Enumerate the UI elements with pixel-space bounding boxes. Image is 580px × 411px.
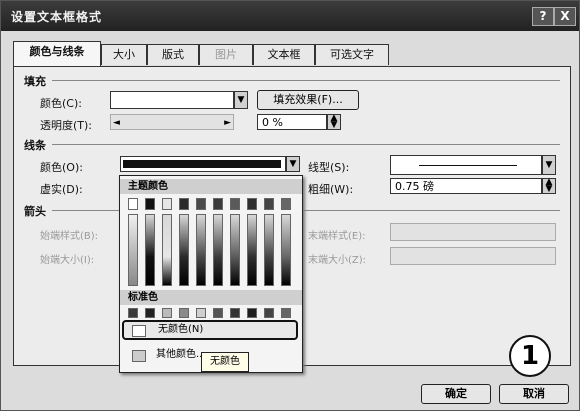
color-swatch[interactable] [281, 198, 291, 210]
standard-color-swatch[interactable] [213, 308, 223, 318]
standard-color-swatch[interactable] [247, 308, 257, 318]
line-section-heading: 线条 [24, 139, 46, 152]
close-button[interactable]: X [554, 7, 576, 26]
help-button[interactable]: ? [532, 7, 554, 26]
line-color-dropdown-icon[interactable]: ▼ [286, 156, 300, 172]
color-swatch[interactable] [230, 198, 240, 210]
standard-color-swatch[interactable] [128, 308, 138, 318]
line-style-label: 线型(S): [308, 161, 350, 174]
line-color-swatch [123, 160, 281, 168]
slider-left-arrow-icon[interactable]: ◄ [113, 115, 120, 131]
dash-label: 虚实(D): [40, 183, 83, 196]
color-swatch[interactable] [162, 198, 172, 210]
arrows-section-heading: 箭头 [24, 205, 46, 218]
standard-color-swatch[interactable] [162, 308, 172, 318]
tab-picture[interactable]: 图片 [199, 44, 253, 65]
tab-colors-lines[interactable]: 颜色与线条 [13, 41, 101, 66]
more-colors-label: 其他颜色... [156, 349, 206, 360]
end-size-select[interactable] [390, 247, 556, 265]
fill-color-select[interactable] [110, 91, 234, 109]
color-shade-column[interactable] [230, 214, 240, 286]
ok-button[interactable]: 确定 [421, 384, 491, 404]
color-picker-popup: 主题颜色 标准色 无颜色(N) 其他颜色... [119, 175, 303, 373]
fill-section-heading: 填充 [24, 75, 46, 88]
tooltip: 无颜色 [201, 352, 249, 372]
slider-right-arrow-icon[interactable]: ► [224, 115, 231, 131]
standard-color-swatch[interactable] [196, 308, 206, 318]
tab-size[interactable]: 大小 [101, 44, 147, 65]
transparency-label: 透明度(T): [40, 119, 93, 132]
tab-textbox[interactable]: 文本框 [253, 44, 315, 65]
end-size-label: 末端大小(Z): [308, 255, 367, 266]
line-style-preview [419, 165, 517, 166]
standard-color-swatch[interactable] [179, 308, 189, 318]
standard-color-swatch[interactable] [281, 308, 291, 318]
color-shade-column[interactable] [264, 214, 274, 286]
color-swatch[interactable] [213, 198, 223, 210]
no-color-option[interactable]: 无颜色(N) [122, 320, 298, 340]
step-marker: 1 [509, 335, 551, 377]
transparency-input[interactable]: 0 % [257, 114, 327, 130]
palette-icon [132, 350, 146, 362]
line-style-dropdown-icon[interactable]: ▼ [542, 155, 556, 175]
weight-spinner-icon[interactable]: ▲ ▼ [542, 178, 556, 194]
cancel-button[interactable]: 取消 [499, 384, 569, 404]
transparency-spinner-icon[interactable]: ▲ ▼ [327, 114, 341, 130]
color-swatch[interactable] [196, 198, 206, 210]
line-color-select[interactable] [120, 156, 286, 172]
dialog-title: 设置文本框格式 [11, 10, 103, 24]
weight-input[interactable]: 0.75 磅 [390, 178, 542, 194]
no-color-icon [132, 325, 146, 337]
line-color-label: 颜色(O): [40, 161, 83, 174]
standard-color-swatch[interactable] [264, 308, 274, 318]
color-shade-column[interactable] [196, 214, 206, 286]
color-shade-column[interactable] [179, 214, 189, 286]
divider [52, 80, 560, 81]
begin-size-label: 始端大小(I): [40, 255, 95, 266]
divider [52, 144, 560, 145]
standard-colors-header: 标准色 [120, 290, 302, 305]
title-bar: 设置文本框格式 ? X [1, 1, 579, 31]
standard-color-swatch[interactable] [230, 308, 240, 318]
no-color-label: 无颜色(N) [158, 324, 204, 335]
dialog-window: 设置文本框格式 ? X 颜色与线条 大小 版式 图片 文本框 可选文字 填充 颜… [0, 0, 580, 411]
transparency-slider[interactable]: ◄ ► [110, 114, 234, 130]
tab-layout[interactable]: 版式 [147, 44, 199, 65]
color-swatch[interactable] [145, 198, 155, 210]
end-style-label: 末端样式(E): [308, 231, 366, 242]
tab-alt-text[interactable]: 可选文字 [315, 44, 389, 65]
color-shade-column[interactable] [145, 214, 155, 286]
fill-effects-button[interactable]: 填充效果(F)... [257, 90, 359, 110]
line-style-select[interactable] [390, 155, 542, 175]
end-style-select[interactable] [390, 223, 556, 241]
begin-style-label: 始端样式(B): [40, 231, 99, 242]
theme-colors-header: 主题颜色 [120, 179, 302, 194]
standard-color-swatch[interactable] [145, 308, 155, 318]
color-swatch[interactable] [128, 198, 138, 210]
color-shade-column[interactable] [128, 214, 138, 286]
weight-label: 粗细(W): [308, 183, 354, 196]
color-swatch[interactable] [264, 198, 274, 210]
fill-color-dropdown-icon[interactable]: ▼ [234, 91, 248, 109]
color-shade-column[interactable] [247, 214, 257, 286]
color-shade-column[interactable] [281, 214, 291, 286]
color-shade-column[interactable] [162, 214, 172, 286]
color-swatch[interactable] [179, 198, 189, 210]
fill-color-label: 颜色(C): [40, 97, 82, 110]
color-swatch[interactable] [247, 198, 257, 210]
color-shade-column[interactable] [213, 214, 223, 286]
